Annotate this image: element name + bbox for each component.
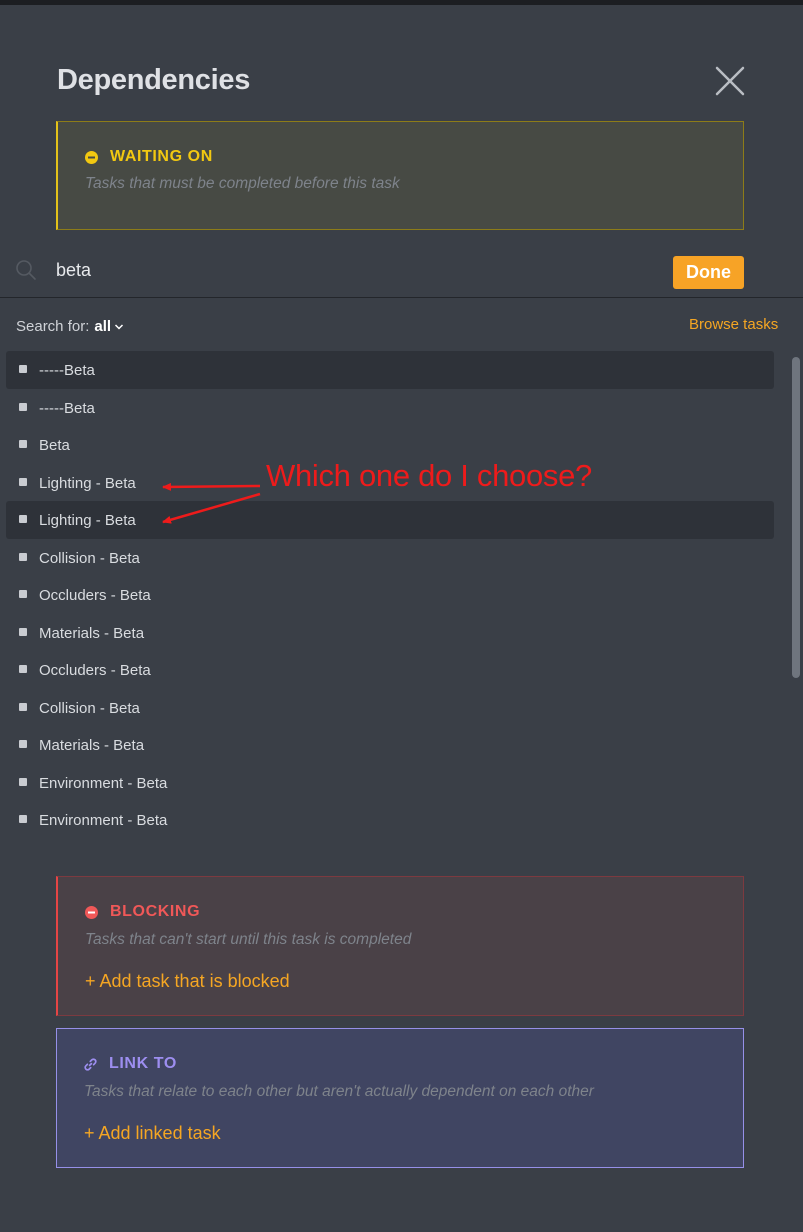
task-status-icon — [19, 665, 27, 673]
search-result-item[interactable]: Materials - Beta — [6, 726, 774, 764]
search-result-item[interactable]: Materials - Beta — [6, 614, 774, 652]
done-button[interactable]: Done — [673, 256, 744, 289]
task-status-icon — [19, 590, 27, 598]
results-scrollbar[interactable] — [792, 357, 800, 678]
search-input[interactable] — [56, 254, 616, 286]
task-status-icon — [19, 702, 27, 711]
search-result-item[interactable]: -----Beta — [6, 389, 774, 427]
search-result-label: Environment - Beta — [39, 812, 168, 829]
search-result-label: Collision - Beta — [39, 699, 140, 717]
browse-tasks-link[interactable]: Browse tasks — [689, 316, 778, 333]
task-status-icon — [19, 402, 27, 411]
task-status-icon — [19, 477, 27, 486]
waiting-on-section: WAITING ON Tasks that must be completed … — [56, 121, 744, 230]
search-result-label: Occluders - Beta — [39, 587, 151, 604]
task-status-icon — [19, 777, 27, 786]
blocking-header: BLOCKING — [85, 903, 200, 921]
blocking-label: BLOCKING — [110, 903, 201, 920]
search-result-label: Collision - Beta — [39, 549, 140, 567]
search-result-item[interactable]: Occluders - Beta — [6, 651, 774, 689]
dialog-title: Dependencies — [57, 64, 251, 96]
link-to-label: LINK TO — [109, 1055, 177, 1072]
search-result-label: Lighting - Beta — [39, 474, 136, 492]
search-result-label: -----Beta — [39, 399, 95, 417]
waiting-on-header: WAITING ON — [85, 148, 213, 166]
search-filter-dropdown[interactable]: Search for: all — [16, 318, 124, 335]
search-result-label: Occluders - Beta — [39, 662, 151, 679]
link-to-section: LINK TO Tasks that relate to each other … — [56, 1028, 744, 1168]
close-icon — [715, 66, 745, 96]
add-linked-task-button[interactable]: + Add linked task — [84, 1123, 221, 1144]
search-results-list: -----Beta -----Beta Beta Lighting - Beta Lig… — [6, 351, 774, 839]
search-result-label: Environment - Beta — [39, 774, 168, 792]
task-status-icon — [19, 740, 27, 748]
task-status-icon — [19, 627, 27, 636]
search-result-label: Beta — [39, 437, 70, 454]
search-result-item[interactable]: Lighting - Beta — [6, 501, 774, 539]
add-blocked-task-button[interactable]: + Add task that is blocked — [85, 971, 290, 992]
close-button[interactable] — [712, 63, 748, 99]
window-top-edge — [0, 0, 803, 5]
annotation-arrows — [162, 482, 261, 524]
waiting-on-label: WAITING ON — [110, 148, 213, 165]
search-result-label: -----Beta — [39, 362, 95, 379]
task-status-icon — [19, 515, 27, 523]
search-result-item[interactable]: -----Beta — [6, 351, 774, 389]
search-result-item[interactable]: Environment - Beta — [6, 764, 774, 802]
search-result-label: Materials - Beta — [39, 624, 145, 642]
waiting-icon — [85, 150, 98, 164]
link-to-description: Tasks that relate to each other but aren… — [84, 1083, 594, 1100]
search-filter-value: all — [94, 318, 112, 335]
task-status-icon — [19, 365, 27, 373]
link-to-header: LINK TO — [84, 1055, 177, 1073]
search-result-item[interactable]: Collision - Beta — [6, 689, 774, 727]
search-result-item[interactable]: Collision - Beta — [6, 539, 774, 577]
task-status-icon — [19, 815, 27, 823]
chevron-down-icon — [115, 323, 124, 330]
search-result-item[interactable]: Occluders - Beta — [6, 576, 774, 614]
task-status-icon — [19, 440, 27, 448]
task-status-icon — [19, 552, 27, 561]
blocked-icon — [85, 905, 98, 919]
link-icon — [84, 1057, 97, 1071]
search-result-label: Materials - Beta — [39, 737, 145, 754]
annotation-text: Which one do I choose? — [266, 458, 592, 493]
search-result-label: Lighting - Beta — [39, 512, 136, 529]
blocking-description: Tasks that can't start until this task i… — [85, 931, 412, 948]
search-bar: Done — [0, 248, 803, 298]
search-result-item[interactable]: Environment - Beta — [6, 801, 774, 839]
blocking-section: BLOCKING Tasks that can't start until th… — [56, 876, 744, 1016]
waiting-on-description: Tasks that must be completed before this… — [85, 175, 400, 192]
search-filter-prefix: Search for: — [16, 318, 90, 335]
search-icon — [14, 258, 38, 282]
